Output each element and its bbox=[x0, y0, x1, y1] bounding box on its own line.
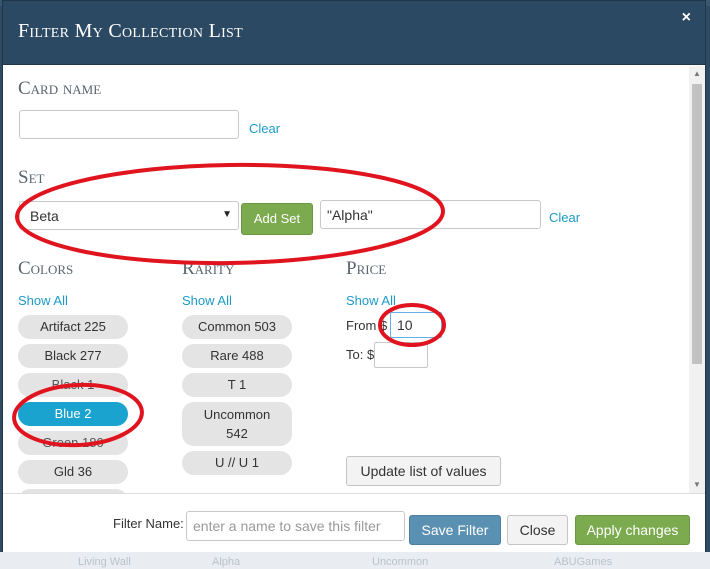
color-filter-item[interactable]: Black 1 bbox=[18, 373, 128, 397]
card-name-clear-link[interactable]: Clear bbox=[249, 121, 280, 136]
color-filter-item[interactable]: Black 277 bbox=[18, 344, 128, 368]
rarity-filter-item[interactable]: U // U 1 bbox=[182, 451, 292, 475]
rarity-filter-item[interactable]: Rare 488 bbox=[182, 344, 292, 368]
modal-header: Filter My Collection List × bbox=[3, 1, 705, 65]
price-from-label: From $ bbox=[346, 318, 388, 333]
set-values-input[interactable] bbox=[320, 200, 541, 229]
chevron-down-icon: ▼ bbox=[222, 209, 232, 220]
close-icon[interactable]: × bbox=[682, 10, 691, 26]
set-select-value: Beta bbox=[30, 208, 59, 224]
apply-changes-button[interactable]: Apply changes bbox=[575, 515, 690, 545]
set-select[interactable]: Beta ▼ bbox=[19, 201, 239, 230]
update-values-button[interactable]: Update list of values bbox=[346, 456, 501, 486]
price-to-label: To: $ bbox=[346, 347, 375, 362]
filter-modal: Filter My Collection List × Card name Cl… bbox=[2, 0, 706, 552]
colors-label: Colors bbox=[18, 258, 74, 279]
save-filter-button[interactable]: Save Filter bbox=[409, 515, 501, 545]
set-clear-link[interactable]: Clear bbox=[549, 210, 580, 225]
background-row-text: Alpha bbox=[212, 556, 241, 568]
scroll-up-icon[interactable]: ▲ bbox=[693, 70, 701, 78]
price-label: Price bbox=[346, 258, 387, 279]
filter-name-input[interactable] bbox=[186, 511, 405, 541]
rarity-show-all-link[interactable]: Show All bbox=[182, 293, 232, 308]
scrollbar-thumb[interactable] bbox=[692, 84, 702, 364]
color-filter-item[interactable]: Gld 36 bbox=[18, 460, 128, 484]
colors-show-all-link[interactable]: Show All bbox=[18, 293, 68, 308]
card-name-label: Card name bbox=[18, 78, 102, 99]
color-filter-item[interactable]: Artifact 225 bbox=[18, 315, 128, 339]
background-row-text: Uncommon bbox=[372, 556, 429, 568]
rarity-filter-item[interactable]: Uncommon 542 bbox=[182, 402, 292, 446]
rarity-label: Rarity bbox=[182, 258, 235, 279]
close-button[interactable]: Close bbox=[507, 515, 568, 545]
scroll-down-icon[interactable]: ▼ bbox=[693, 481, 701, 489]
set-label: Set bbox=[18, 167, 45, 188]
modal-scrollbar[interactable]: ▲ ▼ bbox=[689, 66, 705, 493]
price-from-input[interactable] bbox=[390, 312, 442, 338]
color-filter-item-selected[interactable]: Blue 2 bbox=[18, 402, 128, 426]
modal-title: Filter My Collection List bbox=[18, 20, 243, 42]
background-row-text: ABUGames bbox=[554, 556, 613, 568]
rarity-filter-item[interactable]: T 1 bbox=[182, 373, 292, 397]
filter-name-label: Filter Name: bbox=[113, 516, 184, 531]
color-filter-item[interactable]: Green 180 bbox=[18, 431, 128, 455]
modal-footer: Filter Name: Save Filter Close Apply cha… bbox=[3, 493, 705, 552]
card-name-input[interactable] bbox=[19, 110, 239, 139]
background-page-row: Living Wall Alpha Uncommon ABUGames bbox=[0, 552, 710, 569]
modal-body[interactable]: Card name Clear Set Beta ▼ Add Set Clear… bbox=[3, 66, 690, 493]
price-show-all-link[interactable]: Show All bbox=[346, 293, 396, 308]
price-to-input[interactable] bbox=[374, 342, 428, 368]
background-row-text: Living Wall bbox=[78, 556, 131, 568]
rarity-filter-item[interactable]: Common 503 bbox=[182, 315, 292, 339]
add-set-button[interactable]: Add Set bbox=[241, 203, 313, 235]
